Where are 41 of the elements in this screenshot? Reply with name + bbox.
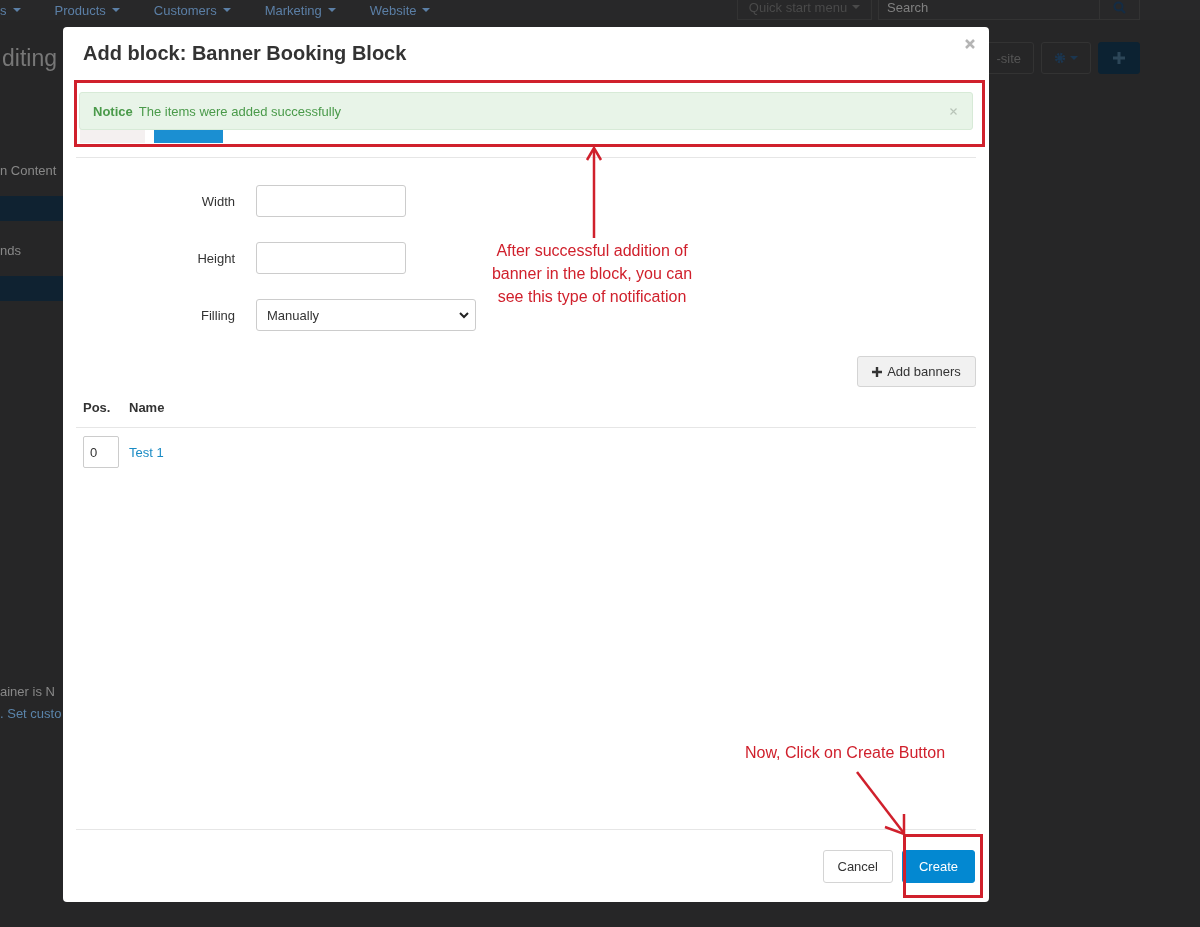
search-icon[interactable] xyxy=(1113,0,1126,14)
chevron-down-icon xyxy=(459,311,469,319)
search-field[interactable]: Search xyxy=(878,0,1140,20)
field-label: Width xyxy=(200,193,235,209)
column-header: Name xyxy=(129,399,165,415)
annotation-text: After successful addition of banner in the block, you can see this type of notification xyxy=(490,241,694,307)
annotation-arrow xyxy=(856,771,906,836)
field-label: Height xyxy=(196,250,235,266)
nav-menu-item[interactable]: s xyxy=(0,2,21,18)
banner-link[interactable]: Test 1 xyxy=(129,444,164,460)
nav-menu-item[interactable]: Customers xyxy=(153,2,231,18)
note-link[interactable]: . Set custo xyxy=(0,706,63,721)
nav-menu-item[interactable]: Website xyxy=(369,2,431,18)
plus-icon xyxy=(1112,51,1126,65)
nav-menu-item[interactable]: Products xyxy=(54,2,120,18)
input-field[interactable] xyxy=(256,242,406,274)
field-label: Filling xyxy=(200,307,235,323)
nav-menu-item[interactable]: Marketing xyxy=(264,2,336,18)
plus-icon xyxy=(872,366,883,377)
settings-button[interactable] xyxy=(1041,42,1091,74)
close-icon[interactable] xyxy=(965,39,975,49)
dropdown-field[interactable]: Manually xyxy=(256,299,476,331)
settings-icon xyxy=(1054,51,1066,65)
note-text: ainer is N xyxy=(0,684,56,699)
notice-label: Notice xyxy=(93,103,133,119)
add-button[interactable] xyxy=(1098,42,1140,74)
input-field[interactable] xyxy=(256,185,406,217)
sidebar-active-item[interactable] xyxy=(0,276,63,301)
page-title: diting xyxy=(2,44,57,72)
annotation-text: Now, Click on Create Button xyxy=(743,743,947,763)
create-button[interactable]: Create xyxy=(901,849,975,883)
position-input[interactable]: 0 xyxy=(83,436,119,468)
add-banners-button[interactable]: Add banners xyxy=(857,356,976,387)
notice-message: The items were added successfully xyxy=(138,103,343,119)
modal-title: Add block: Banner Booking Block xyxy=(83,41,407,65)
sidebar-active-item[interactable] xyxy=(0,196,63,221)
sidebar-item[interactable]: n Content xyxy=(0,163,63,178)
column-header: Pos. xyxy=(82,399,112,415)
close-icon[interactable] xyxy=(950,107,957,115)
sidebar-item[interactable]: nds xyxy=(0,243,63,258)
cancel-button[interactable]: Cancel xyxy=(822,849,893,883)
